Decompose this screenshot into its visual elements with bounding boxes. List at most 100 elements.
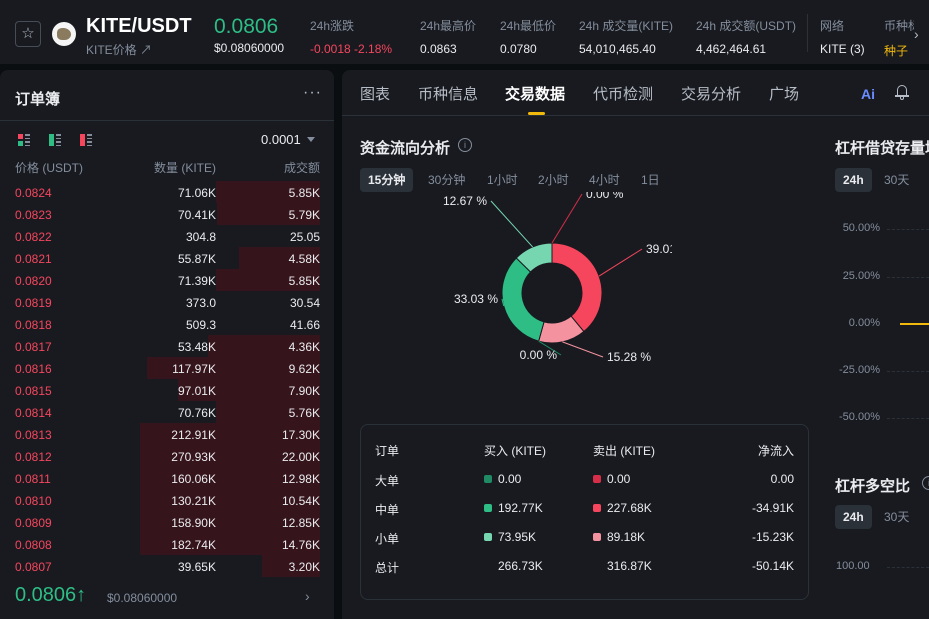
mf-buy-value: 73.95K bbox=[498, 530, 537, 544]
stat-value: 种子 bbox=[884, 44, 909, 58]
donut-slice[interactable] bbox=[501, 257, 545, 342]
tab-token-check[interactable]: 代币检测 bbox=[593, 83, 653, 104]
ask-total: 7.90K bbox=[288, 384, 320, 398]
mf-row-sell: 89.18K bbox=[593, 530, 645, 544]
divider bbox=[0, 120, 334, 121]
ask-price: 0.0823 bbox=[15, 208, 52, 222]
stat-label: 24h最低价 bbox=[500, 19, 557, 33]
gridline bbox=[887, 418, 929, 419]
ai-icon[interactable]: Ai bbox=[861, 86, 875, 102]
gridline bbox=[887, 277, 929, 278]
tick-size-select[interactable]: 0.0001 bbox=[261, 132, 301, 147]
mf-row-name: 大单 bbox=[375, 474, 400, 488]
ask-row[interactable]: 0.0824 71.06K 5.85K bbox=[0, 181, 334, 203]
donut-leader-line bbox=[551, 193, 583, 244]
ask-row[interactable]: 0.0815 97.01K 7.90K bbox=[0, 379, 334, 401]
period-4h[interactable]: 4小时 bbox=[581, 168, 628, 192]
ask-qty: 373.0 bbox=[185, 296, 216, 310]
mf-sell-value: 316.87K bbox=[607, 559, 652, 573]
ask-total: 22.00K bbox=[281, 450, 320, 464]
ask-price: 0.0818 bbox=[15, 318, 52, 332]
chevron-right-icon[interactable]: › bbox=[305, 588, 310, 604]
lending-period-30d[interactable]: 30天 bbox=[876, 168, 917, 192]
tab-trading-data[interactable]: 交易数据 bbox=[505, 83, 565, 104]
ask-row[interactable]: 0.0813 212.91K 17.30K bbox=[0, 423, 334, 445]
ask-price: 0.0819 bbox=[15, 296, 52, 310]
ask-row[interactable]: 0.0823 70.41K 5.79K bbox=[0, 203, 334, 225]
stat-value: 54,010,465.40 bbox=[579, 42, 656, 56]
ask-row[interactable]: 0.0817 53.48K 4.36K bbox=[0, 335, 334, 357]
stat-value: 4,462,464.61 bbox=[696, 42, 767, 56]
ask-row[interactable]: 0.0816 117.97K 9.62K bbox=[0, 357, 334, 379]
more-icon[interactable]: ··· bbox=[303, 84, 322, 102]
y-tick-label: 100.00 bbox=[836, 560, 870, 572]
ask-price: 0.0824 bbox=[15, 186, 52, 200]
ask-row[interactable]: 0.0821 55.87K 4.58K bbox=[0, 247, 334, 269]
tab-coin-info[interactable]: 币种信息 bbox=[418, 83, 478, 104]
th-order: 订单 bbox=[375, 444, 400, 458]
donut-label: 33.03 % bbox=[454, 292, 498, 306]
view-asks-icon[interactable] bbox=[80, 134, 92, 146]
kite-coin-logo bbox=[52, 22, 76, 46]
ask-row[interactable]: 0.0822 304.8 25.05 bbox=[0, 225, 334, 247]
ratio-period-30d[interactable]: 30天 bbox=[876, 505, 917, 529]
tab-square[interactable]: 广场 bbox=[769, 83, 799, 104]
period-1d[interactable]: 1日 bbox=[633, 168, 668, 192]
stat-label: 币种标 bbox=[884, 19, 914, 33]
coin-price-link[interactable]: KITE价格 ↗ bbox=[86, 41, 152, 58]
chevron-right-icon[interactable]: › bbox=[914, 26, 919, 42]
ask-row[interactable]: 0.0812 270.93K 22.00K bbox=[0, 445, 334, 467]
ask-qty: 130.21K bbox=[171, 494, 216, 508]
ratio-period-24h[interactable]: 24h bbox=[835, 505, 872, 529]
pair-title[interactable]: KITE/USDT bbox=[86, 15, 192, 38]
favorite-star-icon[interactable]: ☆ bbox=[15, 21, 41, 47]
last-price-usd: $0.08060000 bbox=[214, 41, 285, 55]
margin-lending-title: 杠杆借贷存量增 bbox=[835, 140, 929, 157]
tab-chart[interactable]: 图表 bbox=[360, 83, 390, 104]
mf-sell-value: 89.18K bbox=[607, 530, 646, 544]
tab-trade-analysis[interactable]: 交易分析 bbox=[681, 83, 741, 104]
stat-network[interactable]: 网络 KITE (3) bbox=[820, 17, 865, 56]
ask-row[interactable]: 0.0820 71.39K 5.85K bbox=[0, 269, 334, 291]
last-price: 0.0806 bbox=[214, 15, 279, 38]
ask-price: 0.0820 bbox=[15, 274, 52, 288]
ask-total: 5.85K bbox=[288, 186, 320, 200]
ask-price: 0.0809 bbox=[15, 516, 52, 530]
main-panel: 图表 币种信息 交易数据 代币检测 交易分析 广场 Ai 资金流向分析 i 15… bbox=[342, 70, 929, 619]
ask-row[interactable]: 0.0819 373.0 30.54 bbox=[0, 291, 334, 313]
period-15m[interactable]: 15分钟 bbox=[360, 168, 414, 192]
lending-period-24h[interactable]: 24h bbox=[835, 168, 872, 192]
ticker-header: ☆ KITE/USDT KITE价格 ↗ 0.0806 $0.08060000 … bbox=[0, 0, 929, 64]
ask-row[interactable]: 0.0811 160.06K 12.98K bbox=[0, 467, 334, 489]
ask-qty: 71.06K bbox=[177, 186, 216, 200]
ask-row[interactable]: 0.0818 509.3 41.66 bbox=[0, 313, 334, 335]
bell-icon[interactable] bbox=[895, 84, 909, 100]
tabs-divider bbox=[342, 115, 929, 116]
sell-color-dot bbox=[593, 533, 601, 541]
info-icon[interactable]: i bbox=[922, 476, 929, 490]
ask-total: 10.54K bbox=[281, 494, 320, 508]
ask-qty: 509.3 bbox=[185, 318, 216, 332]
ask-row[interactable]: 0.0808 182.74K 14.76K bbox=[0, 533, 334, 555]
period-30m[interactable]: 30分钟 bbox=[420, 168, 473, 192]
info-icon[interactable]: i bbox=[458, 138, 472, 152]
period-2h[interactable]: 2小时 bbox=[530, 168, 577, 192]
y-tick-label: 0.00% bbox=[848, 317, 880, 329]
donut-slice[interactable] bbox=[551, 242, 603, 333]
ask-total: 3.20K bbox=[288, 560, 320, 574]
view-both-icon[interactable] bbox=[18, 134, 30, 146]
stat-coin-tag[interactable]: 币种标 种子 bbox=[884, 17, 914, 59]
caret-down-icon[interactable] bbox=[307, 137, 315, 142]
stat-24h-high: 24h最高价 0.0863 bbox=[420, 17, 476, 56]
ask-price: 0.0811 bbox=[15, 472, 51, 486]
ask-row[interactable]: 0.0809 158.90K 12.85K bbox=[0, 511, 334, 533]
ask-row[interactable]: 0.0810 130.21K 10.54K bbox=[0, 489, 334, 511]
period-1h[interactable]: 1小时 bbox=[479, 168, 526, 192]
ask-row[interactable]: 0.0814 70.76K 5.76K bbox=[0, 401, 334, 423]
th-net: 净流入 bbox=[757, 444, 794, 458]
ask-row[interactable]: 0.0807 39.65K 3.20K bbox=[0, 555, 334, 577]
view-bids-icon[interactable] bbox=[49, 134, 61, 146]
sell-color-dot bbox=[593, 504, 601, 512]
col-header-price: 价格 (USDT) bbox=[15, 161, 83, 175]
buy-color-dot bbox=[484, 504, 492, 512]
